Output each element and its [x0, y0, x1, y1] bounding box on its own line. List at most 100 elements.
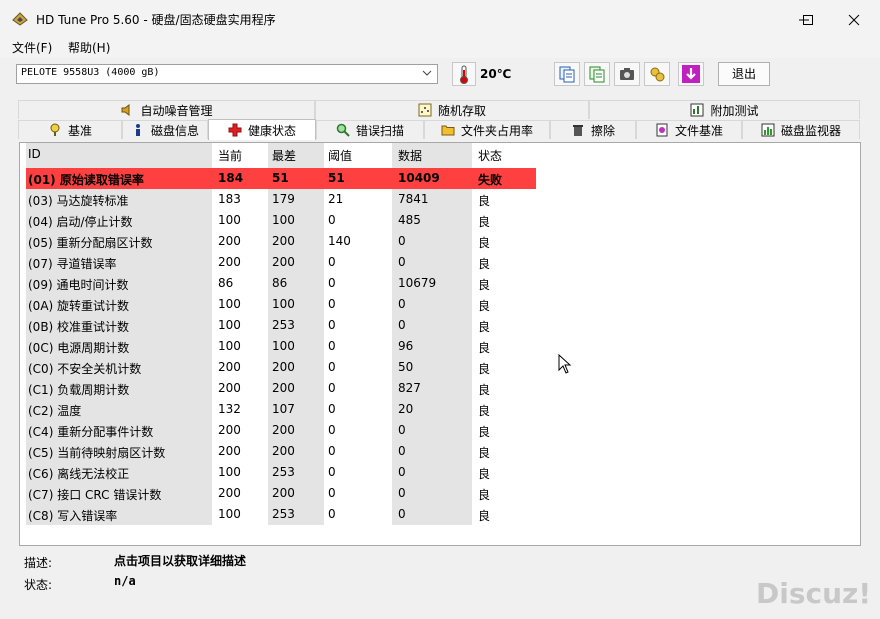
- table-cell: 200: [218, 360, 241, 374]
- table-row[interactable]: (0A) 旋转重试计数 100 100 0 0 良: [26, 294, 536, 315]
- maximize-button[interactable]: [796, 8, 820, 32]
- table-row[interactable]: (03) 马达旋转标准 183 179 21 7841 良: [26, 189, 536, 210]
- table-row[interactable]: (05) 重新分配扇区计数 200 200 140 0 良: [26, 231, 536, 252]
- extra-tests-icon: [690, 103, 704, 117]
- menu-bar: 文件(F) 帮助(H): [0, 38, 880, 58]
- table-cell: 200: [272, 360, 295, 374]
- table-row[interactable]: (C2) 温度 132 107 0 20 良: [26, 399, 536, 420]
- table-cell: 200: [218, 486, 241, 500]
- table-row[interactable]: (01) 原始读取错误率 184 51 51 10409 失败: [26, 168, 536, 189]
- header-status[interactable]: 状态: [478, 147, 502, 164]
- table-cell: 10679: [398, 276, 437, 290]
- table-cell: 253: [272, 318, 295, 332]
- tab-info[interactable]: 磁盘信息: [122, 120, 208, 139]
- tab-folder-usage[interactable]: 文件夹占用率: [424, 120, 550, 139]
- table-cell: 0: [328, 276, 336, 290]
- table-cell: 0: [398, 318, 406, 332]
- table-cell: 0: [328, 339, 336, 353]
- table-row[interactable]: (C6) 离线无法校正 100 253 0 0 良: [26, 462, 536, 483]
- tab-extra-tests[interactable]: 附加测试: [589, 100, 860, 119]
- table-cell: 良: [478, 446, 491, 460]
- folder-icon: [441, 125, 455, 136]
- options-button[interactable]: [644, 62, 670, 86]
- tab-health[interactable]: 健康状态: [208, 119, 316, 140]
- table-cell: (C6) 离线无法校正: [28, 467, 130, 481]
- table-row[interactable]: (C5) 当前待映射扇区计数 200 200 0 0 良: [26, 441, 536, 462]
- camera-icon: [620, 68, 634, 80]
- table-cell: (C0) 不安全关机计数: [28, 362, 142, 376]
- table-row[interactable]: (07) 寻道错误率 200 200 0 0 良: [26, 252, 536, 273]
- tab-random-access[interactable]: 随机存取: [315, 100, 589, 119]
- table-cell: 失败: [478, 173, 503, 187]
- table-cell: (01) 原始读取错误率: [28, 173, 144, 187]
- table-row[interactable]: (C7) 接口 CRC 错误计数 200 200 0 0 良: [26, 483, 536, 504]
- header-id[interactable]: ID: [28, 147, 41, 161]
- table-cell: 0: [328, 465, 336, 479]
- table-cell: 100: [218, 297, 241, 311]
- menu-file[interactable]: 文件(F): [12, 39, 52, 56]
- table-cell: (05) 重新分配扇区计数: [28, 236, 153, 250]
- download-arrow-icon: [682, 65, 700, 83]
- menu-help[interactable]: 帮助(H): [68, 39, 110, 56]
- table-row[interactable]: (04) 启动/停止计数 100 100 0 485 良: [26, 210, 536, 231]
- table-row[interactable]: (C1) 负载周期计数 200 200 0 827 良: [26, 378, 536, 399]
- tab-aam[interactable]: 自动噪音管理: [18, 100, 315, 119]
- tab-disk-monitor[interactable]: 磁盘监视器: [742, 120, 860, 139]
- table-cell: 0: [328, 402, 336, 416]
- tab-benchmark[interactable]: 基准: [18, 120, 122, 139]
- table-row[interactable]: (C8) 写入错误率 100 253 0 0 良: [26, 504, 536, 525]
- table-cell: 0: [398, 507, 406, 521]
- table-cell: (C2) 温度: [28, 404, 82, 418]
- drive-select[interactable]: PELOTE 9558U3 (4000 gB): [16, 64, 438, 84]
- table-cell: 86: [272, 276, 288, 290]
- table-cell: 良: [478, 320, 491, 334]
- tab-error-scan[interactable]: 错误扫描: [316, 120, 424, 139]
- mouse-cursor-icon: [558, 354, 572, 374]
- close-button[interactable]: [842, 8, 866, 32]
- header-current[interactable]: 当前: [218, 147, 242, 164]
- screenshot-button[interactable]: [614, 62, 640, 86]
- table-cell: 100: [272, 297, 295, 311]
- table-cell: (09) 通电时间计数: [28, 278, 129, 292]
- table-row[interactable]: (0C) 电源周期计数 100 100 0 96 良: [26, 336, 536, 357]
- tab-file-benchmark[interactable]: 文件基准: [636, 120, 742, 139]
- header-worst[interactable]: 最差: [272, 147, 296, 164]
- save-button[interactable]: [678, 62, 704, 86]
- table-cell: 485: [398, 213, 421, 227]
- tab-label: 错误扫描: [355, 123, 404, 138]
- table-cell: 100: [218, 213, 241, 227]
- tab-label: 文件夹占用率: [460, 123, 533, 138]
- tab-label: 健康状态: [247, 123, 296, 138]
- header-data[interactable]: 数据: [398, 147, 422, 164]
- temperature-button[interactable]: [452, 62, 476, 86]
- app-icon: [12, 12, 28, 26]
- table-cell: 253: [272, 507, 295, 521]
- table-row[interactable]: (09) 通电时间计数 86 86 0 10679 良: [26, 273, 536, 294]
- tools-icon: [650, 67, 665, 82]
- table-cell: (04) 启动/停止计数: [28, 215, 133, 229]
- header-threshold[interactable]: 阈值: [328, 147, 352, 164]
- tab-erase[interactable]: 擦除: [550, 120, 636, 139]
- description-label: 描述:: [24, 556, 53, 570]
- table-cell: 51: [328, 171, 345, 185]
- copy-info-button[interactable]: [554, 62, 580, 86]
- table-cell: 200: [218, 255, 241, 269]
- copy-all-button[interactable]: [584, 62, 610, 86]
- title-bar: HD Tune Pro 5.60 - 硬盘/固态硬盘实用程序: [0, 0, 880, 38]
- table-row[interactable]: (C4) 重新分配事件计数 200 200 0 0 良: [26, 420, 536, 441]
- table-cell: 良: [478, 488, 491, 502]
- file-benchmark-icon: [656, 123, 668, 137]
- close-icon: [848, 14, 860, 26]
- table-cell: 200: [272, 381, 295, 395]
- table-cell: 良: [478, 341, 491, 355]
- exit-button[interactable]: 退出: [718, 62, 770, 86]
- status-text: n/a: [114, 574, 136, 588]
- table-cell: 0: [398, 255, 406, 269]
- table-cell: 0: [398, 486, 406, 500]
- table-row[interactable]: (C0) 不安全关机计数 200 200 0 50 良: [26, 357, 536, 378]
- health-table[interactable]: ID 当前 最差 阈值 数据 状态 (01) 原始读取错误率 184 51 51 104…: [19, 142, 861, 546]
- table-cell: (0B) 校准重试计数: [28, 320, 130, 334]
- table-row[interactable]: (0B) 校准重试计数 100 253 0 0 良: [26, 315, 536, 336]
- table-cell: 良: [478, 194, 491, 208]
- table-cell: 200: [272, 234, 295, 248]
